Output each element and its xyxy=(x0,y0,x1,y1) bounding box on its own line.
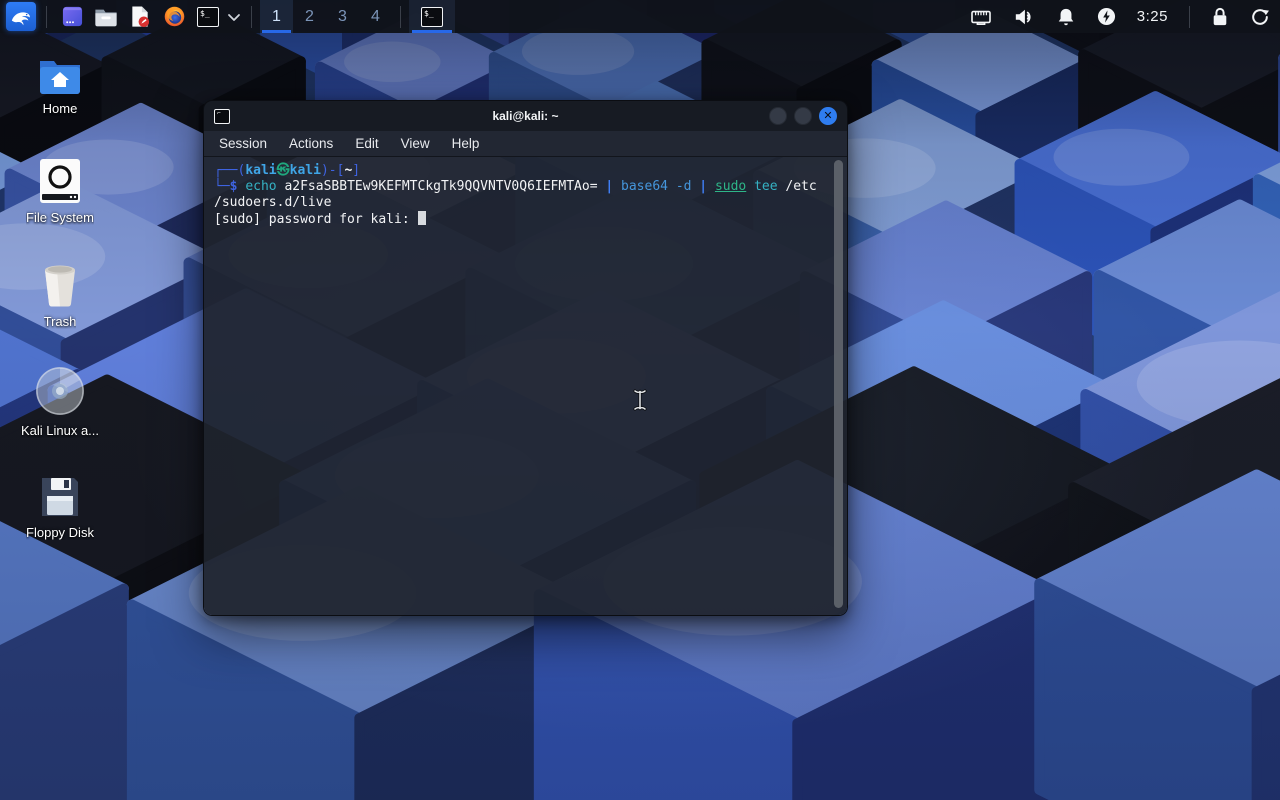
app-window-icon xyxy=(61,5,84,28)
app-window-launcher[interactable] xyxy=(57,2,87,31)
terminal-icon: $_ xyxy=(197,7,219,27)
home-folder-icon xyxy=(37,55,83,95)
window-menubar: SessionActionsEditViewHelp xyxy=(204,131,847,157)
terminal-output[interactable]: ┌──(kali㉿kali)-[~]└─$ echo a2FsaSBBTEw9K… xyxy=(204,157,847,616)
panel-separator xyxy=(46,6,47,28)
desktop-icon-floppy[interactable]: Floppy Disk xyxy=(0,475,120,540)
menu-item-session[interactable]: Session xyxy=(210,133,276,154)
terminal-line: [sudo] password for kali: xyxy=(214,211,829,228)
window-title-icon: ⌐ xyxy=(214,109,230,124)
panel-left: $_ 1234 $_ xyxy=(0,0,455,33)
desktop-icon-label: Home xyxy=(43,101,78,116)
desktop-icon-label: File System xyxy=(26,210,94,225)
desktop-icon-label: Trash xyxy=(44,314,77,329)
panel-separator xyxy=(251,6,252,28)
text-editor-icon xyxy=(129,5,151,28)
kali-menu-button[interactable] xyxy=(6,2,36,31)
top-panel: $_ 1234 $_ xyxy=(0,0,1280,33)
window-titlebar[interactable]: ⌐ kali@kali: ~ ✕ xyxy=(204,101,847,131)
terminal-icon: $_ xyxy=(421,7,443,27)
workspace-button-2[interactable]: 2 xyxy=(293,0,326,33)
desktop-icon-label: Floppy Disk xyxy=(26,525,94,540)
terminal-line: /sudoers.d/live xyxy=(214,195,829,211)
workspace-button-4[interactable]: 4 xyxy=(359,0,392,33)
desktop-icon-filesystem[interactable]: File System xyxy=(0,158,120,225)
cdrom-icon xyxy=(34,365,86,417)
terminal-cursor xyxy=(418,211,426,225)
terminal-window: ⌐ kali@kali: ~ ✕ SessionActionsEditViewH… xyxy=(203,100,848,616)
firefox-launcher[interactable] xyxy=(159,2,189,31)
power-manager-icon[interactable] xyxy=(1097,7,1116,26)
taskbar-window-button-terminal[interactable]: $_ xyxy=(409,0,455,33)
desktop-icon-kali-cd[interactable]: Kali Linux a... xyxy=(0,365,120,438)
firefox-icon xyxy=(163,5,186,28)
terminal-line: └─$ echo a2FsaSBBTEw9KEFMTCkgTk9QQVNTV0Q… xyxy=(214,179,829,195)
window-controls: ✕ xyxy=(769,107,837,125)
terminal-scrollbar[interactable] xyxy=(834,160,843,608)
menu-item-help[interactable]: Help xyxy=(443,133,489,154)
panel-clock[interactable]: 3:25 xyxy=(1137,8,1168,25)
file-manager-launcher[interactable] xyxy=(91,2,121,31)
notifications-bell-icon[interactable] xyxy=(1056,7,1076,27)
window-title: kali@kali: ~ xyxy=(204,109,847,123)
workspace-button-3[interactable]: 3 xyxy=(326,0,359,33)
trash-icon xyxy=(40,262,80,308)
desktop-icon-trash[interactable]: Trash xyxy=(0,262,120,329)
text-editor-launcher[interactable] xyxy=(125,2,155,31)
menu-item-view[interactable]: View xyxy=(392,133,439,154)
terminal-line: ┌──(kali㉿kali)-[~] xyxy=(214,163,829,179)
panel-separator xyxy=(1189,6,1190,28)
logout-icon[interactable] xyxy=(1250,7,1270,27)
desktop-root: Home File System Trash Kali Linux a... xyxy=(0,0,1280,800)
maximize-button[interactable] xyxy=(794,107,812,125)
menu-item-edit[interactable]: Edit xyxy=(346,133,387,154)
panel-right: 3:25 xyxy=(970,0,1280,33)
desktop-icon-home[interactable]: Home xyxy=(0,55,120,116)
kali-logo-icon xyxy=(10,6,32,28)
folder-icon xyxy=(94,6,118,28)
workspace-switcher: 1234 xyxy=(260,0,392,33)
drive-icon xyxy=(39,158,81,204)
network-tray-icon[interactable] xyxy=(970,8,992,26)
close-button[interactable]: ✕ xyxy=(819,107,837,125)
lock-screen-icon[interactable] xyxy=(1211,7,1229,27)
minimize-button[interactable] xyxy=(769,107,787,125)
volume-tray-icon[interactable] xyxy=(1013,7,1035,27)
workspace-button-1[interactable]: 1 xyxy=(260,0,293,33)
chevron-down-icon[interactable] xyxy=(227,12,241,22)
terminal-launcher[interactable]: $_ xyxy=(193,2,223,31)
desktop-icon-label: Kali Linux a... xyxy=(21,423,99,438)
menu-item-actions[interactable]: Actions xyxy=(280,133,342,154)
panel-separator xyxy=(400,6,401,28)
floppy-icon xyxy=(39,475,81,519)
